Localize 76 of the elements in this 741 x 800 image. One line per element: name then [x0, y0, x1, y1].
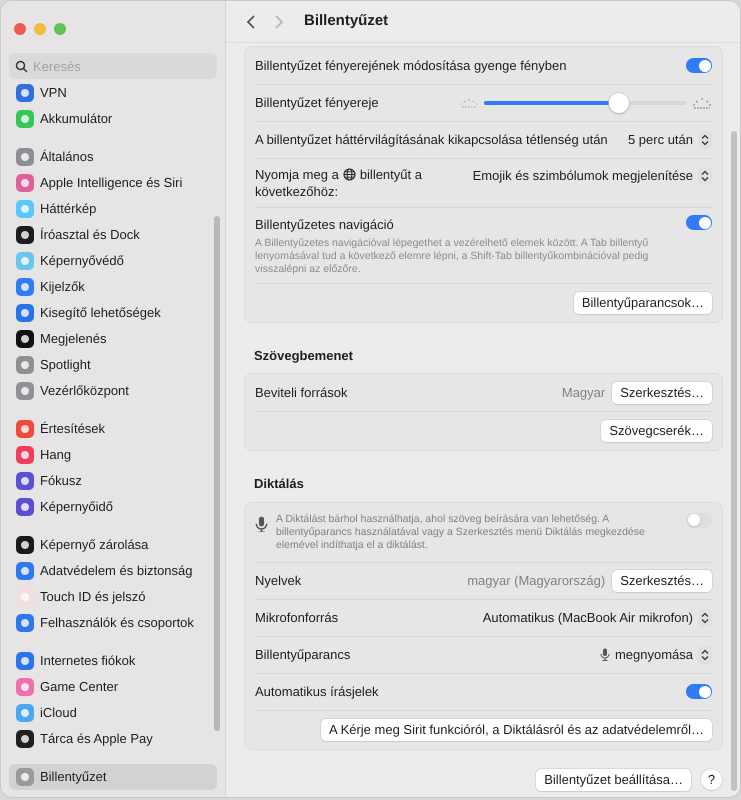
sidebar-item[interactable]: Kijelzők	[9, 274, 217, 300]
setting-description: A Billentyűzetes navigációval lépegethet a vezérelhető elemek között. A Tab billentyű lenyomásával tud a következő elemre lépni, a Shift-Tab billentyűkombinációval pedig visszalépni az előzőre.	[255, 236, 650, 276]
sidebar-item[interactable]: Általános	[9, 144, 217, 170]
toggle-switch[interactable]	[686, 58, 712, 73]
section-heading: Diktálás	[254, 475, 305, 493]
sidebar-item[interactable]: Hang	[9, 442, 217, 468]
search-field[interactable]: Keresés	[9, 53, 217, 79]
section-heading: Szövegbemenet	[254, 346, 354, 365]
sidebar-item[interactable]: Képernyő zárolása	[9, 532, 217, 558]
stepper-arrows-icon[interactable]	[698, 131, 712, 149]
sidebar-item[interactable]: Internetes fiókok	[9, 648, 217, 674]
back-chevron-icon[interactable]	[246, 14, 256, 30]
setting-description: A Diktálást bárhol használhatja, ahol szöveg beírására van lehetőség. A billentyűparancs használatával vagy a Szerkesztés menü Diktálás megkezdése elemével indíthatja el a diktálást.	[276, 512, 646, 552]
microphone-icon	[255, 516, 268, 532]
sidebar-item[interactable]: Tárca és Apple Pay	[9, 726, 217, 752]
sidebar-item[interactable]: iCloud	[9, 700, 217, 726]
sidebar-item[interactable]: Touch ID és jelszó	[9, 584, 217, 610]
sidebar-item[interactable]: Spotlight	[9, 352, 217, 378]
window-title: Billentyűzet	[304, 11, 388, 32]
sidebar-item[interactable]: Akkumulátor	[9, 106, 217, 132]
edit-button[interactable]: Szerkesztés…	[612, 382, 712, 404]
popup-menu[interactable]: 5 perc után	[628, 130, 712, 150]
setting-label: Automatikus írásjelek	[255, 682, 379, 701]
action-button[interactable]: Billentyűparancsok…	[574, 292, 712, 314]
scrollbar[interactable]	[731, 131, 737, 791]
setting-label: billentyűt a	[360, 166, 422, 183]
sidebar-item[interactable]: Game Center	[9, 674, 217, 700]
setting-label: következőhöz:	[255, 183, 338, 200]
stepper-arrows-icon[interactable]	[698, 608, 712, 626]
sidebar-item[interactable]: Kisegítő lehetőségek	[9, 300, 217, 326]
setting-label: Nyelvek	[255, 572, 302, 590]
popup-menu[interactable]: Emojik és szimbólumok megjelenítése	[472, 166, 712, 186]
setting-label: Billentyűzetes navigáció	[255, 216, 395, 234]
stepper-arrows-icon[interactable]	[698, 646, 712, 664]
action-button[interactable]: Szövegcserék…	[601, 420, 712, 442]
setting-label: Nyomja meg a	[255, 166, 339, 183]
microphone-icon	[600, 648, 610, 661]
setting-label: Billentyűzet fényereje	[255, 94, 379, 112]
help-button[interactable]: ?	[701, 769, 722, 790]
scrollbar[interactable]	[214, 216, 220, 731]
bright-brightness-icon	[692, 97, 712, 109]
search-icon	[15, 60, 28, 73]
close-window-button[interactable]	[14, 23, 26, 35]
sidebar-item[interactable]: Megjelenés	[9, 326, 217, 352]
slider-thumb[interactable]	[609, 93, 630, 113]
setting-value: Magyar	[562, 384, 606, 402]
edit-button[interactable]: Szerkesztés…	[612, 570, 712, 592]
popup-menu[interactable]: megnyomása	[600, 644, 712, 664]
sidebar-item[interactable]: Háttérkép	[9, 196, 217, 222]
globe-icon	[342, 168, 356, 181]
sidebar-item[interactable]: Képernyővédő	[9, 248, 217, 274]
sidebar-item[interactable]: Adatvédelem és biztonság	[9, 558, 217, 584]
sidebar-item[interactable]: VPN	[9, 80, 217, 106]
setting-label: Billentyűzet fényerejének módosítása gyenge fényben	[255, 56, 566, 75]
sidebar-item[interactable]: Íróasztal és Dock	[9, 222, 217, 248]
sidebar-item[interactable]: Képernyőidő	[9, 494, 217, 520]
toggle-switch[interactable]	[686, 684, 712, 699]
sidebar-item[interactable]: Vezérlőközpont	[9, 378, 217, 404]
dim-brightness-icon	[460, 98, 478, 108]
toggle-switch[interactable]	[686, 215, 712, 230]
sidebar-item[interactable]: Felhasználók és csoportok	[9, 610, 217, 636]
sidebar-item[interactable]: Értesítések	[9, 416, 217, 442]
sidebar-item[interactable]: Billentyűzet	[9, 764, 217, 790]
popup-menu[interactable]: Automatikus (MacBook Air mikrofon)	[482, 608, 712, 628]
stepper-arrows-icon[interactable]	[698, 166, 712, 185]
setting-label: Mikrofonforrás	[255, 608, 338, 627]
sidebar-item[interactable]: Apple Intelligence és Siri	[9, 170, 217, 196]
setting-value: magyar (Magyarország)	[467, 572, 606, 590]
setting-label: Billentyűparancs	[255, 646, 350, 664]
toggle-switch[interactable]	[686, 512, 712, 528]
sidebar-item[interactable]: Fókusz	[9, 468, 217, 494]
setting-label: Beviteli források	[255, 384, 348, 402]
slider-track[interactable]	[484, 101, 686, 105]
setting-label: A billentyűzet háttérvilágításának kikapcsolása tétlenség után	[255, 131, 608, 150]
action-button[interactable]: A Kérje meg Sirit funkcióról, a Diktálásról és az adatvédelemről…	[321, 718, 712, 740]
keyboard-setup-button[interactable]: Billentyűzet beállítása…	[536, 768, 691, 790]
